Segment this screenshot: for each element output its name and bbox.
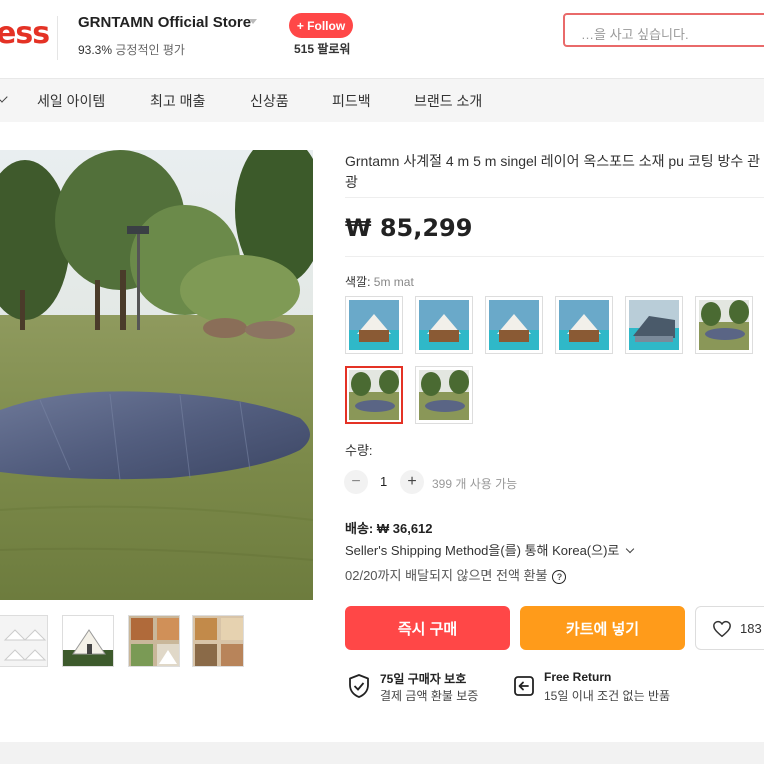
product-title: Grntamn 사계절 4 m 5 m singel 레이어 옥스포드 소재 p… [345,153,761,190]
add-to-cart-button[interactable]: 카트에 넣기 [520,606,685,650]
store-rating: 93.3% 긍정적인 평가 [78,41,185,58]
wishlist-count: 183 [740,621,762,636]
available-stock: 399 개 사용 가능 [432,477,518,491]
follower-count: 515 팔로워 [294,42,351,56]
product-price: ₩ 85,299 [345,214,473,242]
free-return-title: Free Return [544,670,612,684]
delivery-guarantee: 02/20까지 배달되지 않으면 전액 환불? [345,565,567,584]
quantity-increase-button[interactable]: + [400,470,424,494]
wishlist-button[interactable]: 183 [695,606,764,650]
product-thumbnail[interactable] [128,615,180,667]
store-nav: 세일 아이템 최고 매출 신상품 피드백 브랜드 소개 [0,79,764,122]
buyer-protection-title: 75일 구매자 보호 [380,672,467,686]
color-label: 색깔: 5m mat [345,273,414,290]
divider [345,256,764,257]
chevron-down-icon[interactable] [625,544,635,554]
quantity-decrease-button[interactable]: − [344,470,368,494]
quantity-input[interactable]: 1 [380,474,387,489]
quantity-label: 수량: [345,443,373,458]
buy-now-button[interactable]: 즉시 구매 [345,606,510,650]
product-thumbnail[interactable] [0,615,48,667]
chevron-down-icon[interactable] [0,91,8,103]
color-label-text: 색깔: [345,275,371,289]
color-swatch[interactable] [485,296,543,354]
nav-item-brand[interactable]: 브랜드 소개 [414,91,482,111]
free-return[interactable]: Free Return 15일 이내 조건 없는 반품 [512,670,712,706]
nav-item-feedback[interactable]: 피드백 [332,91,371,111]
product-thumbnail[interactable] [62,615,114,667]
help-icon[interactable]: ? [552,569,567,584]
nav-item-new[interactable]: 신상품 [250,91,289,111]
shield-check-icon [349,674,369,698]
chevron-down-icon[interactable] [249,19,257,24]
site-logo[interactable]: ess [0,16,50,51]
buyer-protection-subtitle: 결제 금액 환불 보증 [380,689,479,703]
buyer-protection[interactable]: 75일 구매자 보호 결제 금액 환불 보증 [348,670,498,706]
product-thumbnail[interactable] [192,615,244,667]
color-swatch[interactable] [415,366,473,424]
color-swatch[interactable] [695,296,753,354]
store-header: ess GRNTAMN Official Store 93.3% 긍정적인 평가… [0,0,764,79]
nav-item-best-sellers[interactable]: 최고 매출 [150,91,205,111]
color-swatch[interactable] [415,296,473,354]
color-swatch[interactable] [625,296,683,354]
selected-color: 5m mat [373,275,414,289]
color-swatch[interactable] [555,296,613,354]
shipping-method[interactable]: Seller's Shipping Method을(를) 통해 Korea(으)… [345,540,635,559]
store-name[interactable]: GRNTAMN Official Store [78,14,251,31]
footer-band [0,742,764,764]
shipping-cost: 배송: ₩ 36,612 [345,521,433,536]
rating-value: 93.3% [78,43,113,57]
search-input[interactable]: …을 사고 싶습니다. [581,24,689,43]
divider [345,197,764,198]
product-main-image[interactable] [0,150,313,600]
delivery-note: 02/20까지 배달되지 않으면 전액 환불 [345,568,548,583]
shipping-method-text[interactable]: Seller's Shipping Method을(를) 통해 Korea(으)… [345,543,619,558]
follow-button[interactable]: + Follow [289,13,353,38]
color-swatch-selected[interactable] [345,366,403,424]
header-divider [57,16,58,60]
rating-text: 긍정적인 평가 [115,43,185,57]
free-return-subtitle: 15일 이내 조건 없는 반품 [544,689,671,703]
return-icon [514,676,534,696]
heart-icon [713,620,731,638]
search-box[interactable]: …을 사고 싶습니다. [563,13,764,47]
nav-item-sale[interactable]: 세일 아이템 [37,91,105,111]
color-swatch[interactable] [345,296,403,354]
